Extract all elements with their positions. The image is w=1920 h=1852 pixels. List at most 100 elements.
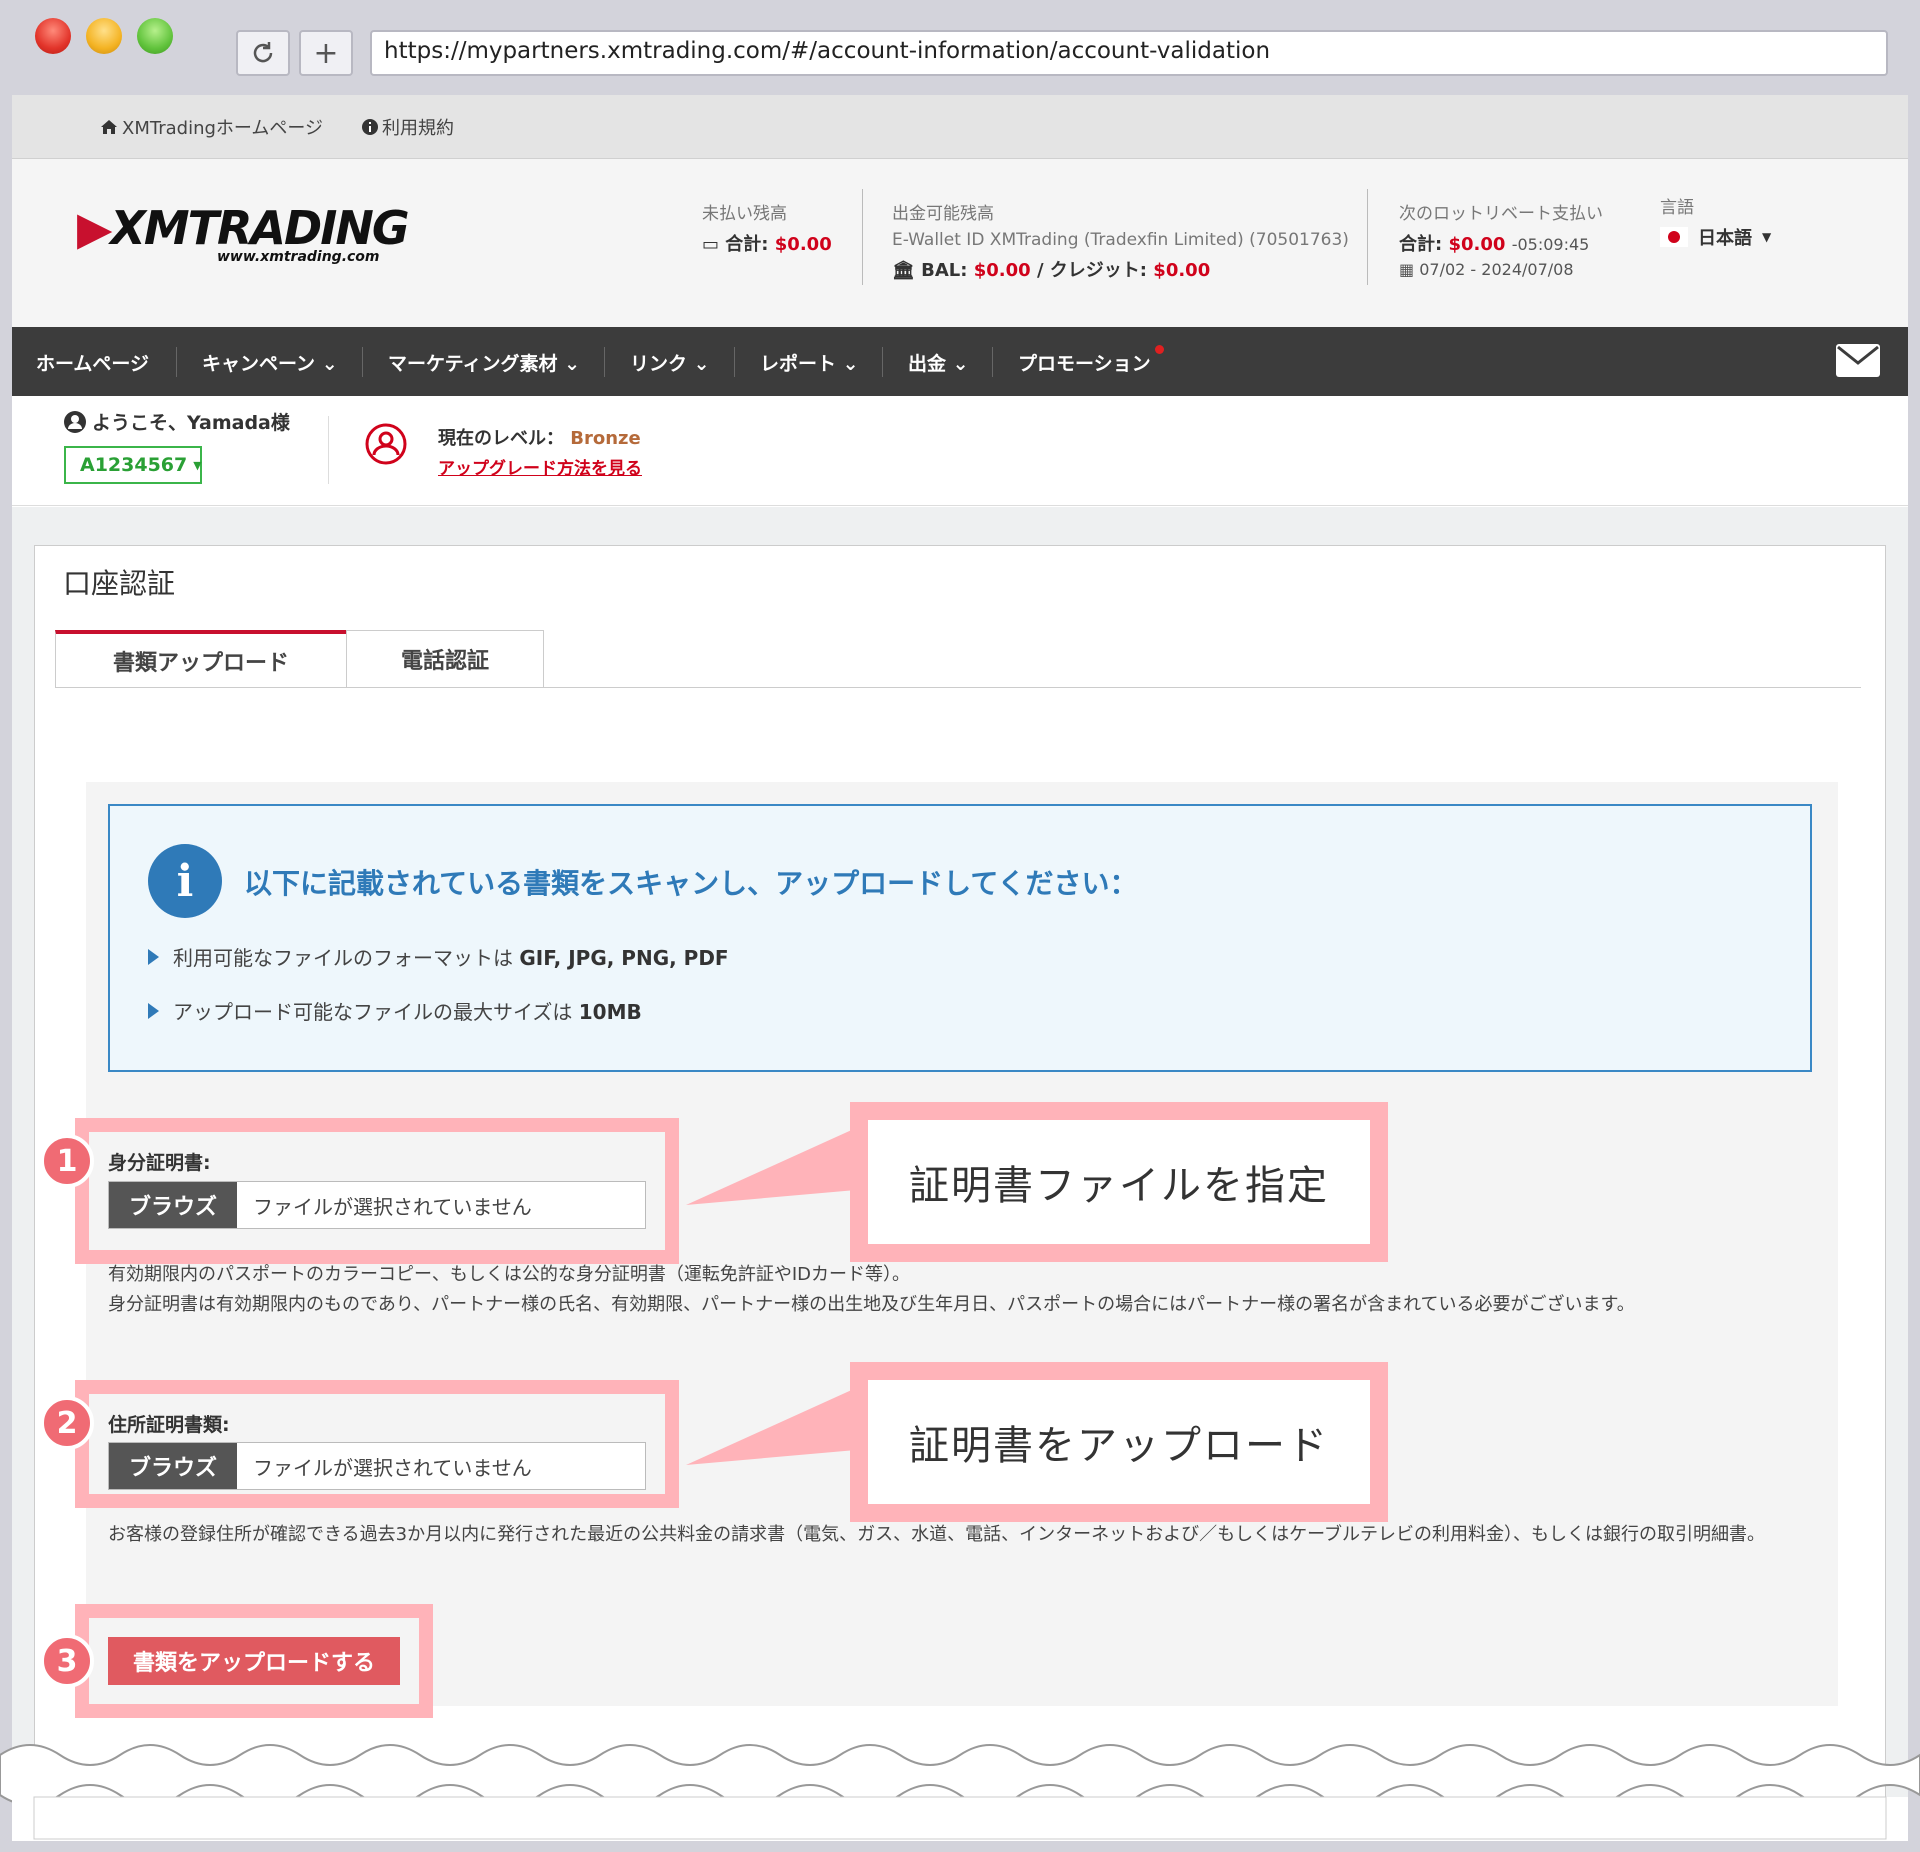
rebate-total-value: $0.00 <box>1448 234 1506 255</box>
language-value: 日本語 <box>1698 228 1752 249</box>
account-id: A1234567 <box>80 454 188 476</box>
reload-icon[interactable] <box>236 30 290 76</box>
address-doc-label: 住所証明書類: <box>108 1414 230 1436</box>
triangle-right-icon <box>148 1002 159 1019</box>
nav-marketing[interactable]: マーケティング素材 ⌄ <box>388 349 580 376</box>
info-icon: i <box>148 844 222 918</box>
browser-chrome: + https://mypartners.xmtrading.com/#/acc… <box>0 0 1920 95</box>
mail-icon[interactable] <box>1835 343 1881 378</box>
unpaid-balance: 未払い残高 ▭ 合計: $0.00 <box>702 199 832 260</box>
japan-flag-icon <box>1660 227 1688 247</box>
chevron-down-icon: ⌄ <box>693 353 710 375</box>
callout-upload-file: 証明書をアップロード <box>850 1362 1388 1522</box>
language-selector[interactable]: 言語 日本語 ▼ <box>1660 193 1771 254</box>
torn-edge-divider <box>0 1744 1920 1852</box>
credit-label: / クレジット: <box>1036 260 1148 281</box>
nav-withdrawal[interactable]: 出金 ⌄ <box>908 349 969 376</box>
nav-home[interactable]: ホームページ <box>36 349 149 376</box>
header-divider <box>1367 189 1368 285</box>
callout-pointer <box>686 1388 856 1465</box>
bank-icon: 🏛 <box>892 260 915 281</box>
site-header: ▶XMTRADING www.xmtrading.com 未払い残高 ▭ 合計:… <box>12 159 1908 327</box>
terms-link-label: 利用規約 <box>382 118 454 139</box>
logo-text: ▶XMTRADING <box>77 201 410 255</box>
home-icon <box>101 120 117 134</box>
xmtrading-logo[interactable]: ▶XMTRADING www.xmtrading.com <box>77 201 410 265</box>
notification-dot <box>1155 345 1164 354</box>
nav-promotion[interactable]: プロモーション <box>1018 349 1151 376</box>
logo-subtext: www.xmtrading.com <box>217 249 380 265</box>
level-label: 現在のレベル： <box>438 428 564 449</box>
tab-phone-verification[interactable]: 電話認証 <box>346 630 544 688</box>
header-divider <box>862 189 863 285</box>
minimize-window-button[interactable] <box>86 18 122 54</box>
top-links-bar: XMTradingホームページ 利用規約 <box>12 95 1908 159</box>
format-info: 利用可能なファイルのフォーマットは GIF, JPG, PNG, PDF <box>148 942 729 971</box>
rebate-period: 07/02 - 2024/07/08 <box>1419 260 1574 279</box>
info-title: 以下に記載されている書類をスキャンし、アップロードしてください： <box>244 867 1138 900</box>
chevron-down-icon: ⌄ <box>842 353 859 375</box>
unpaid-total-label: 合計: <box>725 234 769 255</box>
language-label: 言語 <box>1660 198 1694 218</box>
new-tab-icon[interactable]: + <box>299 30 353 76</box>
triangle-right-icon <box>148 948 159 965</box>
wallet-id: E-Wallet ID XMTrading (Tradexfin Limited… <box>892 230 1349 250</box>
close-window-button[interactable] <box>35 18 71 54</box>
terms-link[interactable]: 利用規約 <box>362 114 454 140</box>
tab-document-upload[interactable]: 書類アップロード <box>55 630 347 688</box>
step-1-badge: 1 <box>40 1134 94 1188</box>
caret-down-icon: ▼ <box>193 458 202 472</box>
caret-down-icon: ▼ <box>1762 230 1772 244</box>
nav-links[interactable]: リンク ⌄ <box>630 349 710 376</box>
user-icon <box>64 410 86 433</box>
address-doc-file-input[interactable]: ブラウズ ファイルが選択されていません <box>108 1442 646 1490</box>
welcome-bar: ようこそ、Yamada様 A1234567 ▼ 現在のレベル： Bronze ア… <box>12 396 1908 506</box>
id-doc-file-input[interactable]: ブラウズ ファイルが選択されていません <box>108 1181 646 1229</box>
unpaid-balance-label: 未払い残高 <box>702 204 787 224</box>
chevron-down-icon: ⌄ <box>564 353 581 375</box>
address-doc-description: お客様の登録住所が確認できる過去3か月以内に発行された最近の公共料金の請求書（電… <box>108 1524 1766 1545</box>
upgrade-link[interactable]: アップグレード方法を見る <box>438 454 642 479</box>
address-doc-browse-button[interactable]: ブラウズ <box>109 1443 237 1489</box>
address-bar[interactable]: https://mypartners.xmtrading.com/#/accou… <box>370 30 1888 76</box>
rebate-label: 次のロットリベート支払い <box>1399 204 1603 224</box>
credit-value: $0.00 <box>1153 260 1211 281</box>
main-nav: ホームページ キャンペーン ⌄ マーケティング素材 ⌄ リンク ⌄ レポート ⌄… <box>12 327 1908 396</box>
home-page-link-label: XMTradingホームページ <box>122 118 324 139</box>
upload-documents-button[interactable]: 書類をアップロードする <box>108 1637 400 1685</box>
page-title: 口座認証 <box>63 567 176 600</box>
card-icon: ▭ <box>702 234 720 255</box>
welcome-greeting: ようこそ、Yamada様 <box>92 412 290 434</box>
id-doc-description-2: 身分証明書は有効期限内のものであり、パートナー様の氏名、有効期限、パートナー様の… <box>108 1294 1635 1315</box>
bal-value: $0.00 <box>973 260 1031 281</box>
callout-specify-file: 証明書ファイルを指定 <box>850 1102 1388 1262</box>
step-2-badge: 2 <box>40 1396 94 1450</box>
withdrawable-label: 出金可能残高 <box>892 204 994 224</box>
unpaid-total-value: $0.00 <box>774 234 832 255</box>
level-value: Bronze <box>570 428 641 449</box>
home-page-link[interactable]: XMTradingホームページ <box>100 114 323 140</box>
chevron-down-icon: ⌄ <box>952 353 969 375</box>
address-doc-file-name: ファイルが選択されていません <box>253 1455 532 1480</box>
calendar-icon: ▦ <box>1399 260 1415 279</box>
info-icon <box>362 119 378 135</box>
id-doc-browse-button[interactable]: ブラウズ <box>109 1182 237 1228</box>
id-doc-label: 身分証明書: <box>108 1152 211 1174</box>
lot-rebate: 次のロットリベート支払い 合計: $0.00 -05:09:45 ▦ 07/02… <box>1399 199 1603 279</box>
rebate-total-label: 合計: <box>1399 234 1443 255</box>
nav-campaign[interactable]: キャンペーン ⌄ <box>202 349 338 376</box>
step-3-badge: 3 <box>40 1634 94 1688</box>
account-selector[interactable]: A1234567 ▼ <box>64 446 202 484</box>
user-level-icon <box>365 423 407 465</box>
rebate-countdown: -05:09:45 <box>1511 235 1590 254</box>
callout-pointer <box>686 1128 856 1205</box>
id-doc-description-1: 有効期限内のパスポートのカラーコピー、もしくは公的な身分証明書（運転免許証やID… <box>108 1264 910 1285</box>
bal-label: BAL: <box>921 260 968 281</box>
info-box: i 以下に記載されている書類をスキャンし、アップロードしてください： 利用可能な… <box>108 804 1812 1072</box>
maximize-window-button[interactable] <box>137 18 173 54</box>
withdrawable-balance: 出金可能残高 E-Wallet ID XMTrading (Tradexfin … <box>892 199 1349 286</box>
id-doc-file-name: ファイルが選択されていません <box>253 1194 532 1219</box>
nav-reports[interactable]: レポート ⌄ <box>760 349 859 376</box>
size-info: アップロード可能なファイルの最大サイズは 10MB <box>148 996 642 1025</box>
chevron-down-icon: ⌄ <box>321 353 338 375</box>
